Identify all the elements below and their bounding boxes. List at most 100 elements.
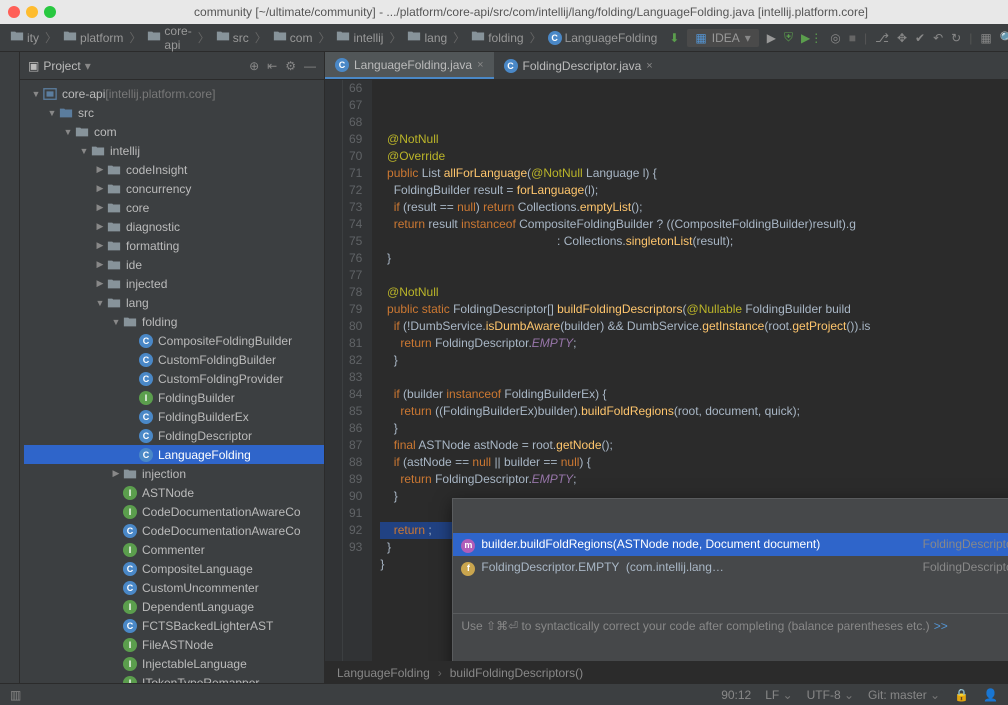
- fold-gutter[interactable]: [325, 80, 343, 661]
- completion-popup[interactable]: mbuilder.buildFoldRegions(ASTNode node, …: [452, 498, 1008, 661]
- expand-arrow[interactable]: ▶: [110, 468, 122, 479]
- tree-item[interactable]: ▼com: [24, 122, 324, 141]
- tree-item[interactable]: ▶formatting: [24, 236, 324, 255]
- line-separator[interactable]: LF: [765, 688, 792, 702]
- expand-arrow[interactable]: ▶: [94, 164, 106, 175]
- expand-arrow[interactable]: ▼: [30, 89, 42, 99]
- run-config-selector[interactable]: ▦ IDEA ▾: [687, 29, 758, 47]
- tree-item[interactable]: ICommenter: [24, 540, 324, 559]
- tree-item[interactable]: ▶concurrency: [24, 179, 324, 198]
- breadcrumb-item[interactable]: folding: [467, 27, 527, 48]
- run-icon[interactable]: ▶: [767, 31, 776, 45]
- debug-icon[interactable]: ⛨: [784, 30, 793, 45]
- tree-item[interactable]: CCompositeLanguage: [24, 559, 324, 578]
- expand-arrow[interactable]: ▶: [94, 259, 106, 270]
- structure-icon[interactable]: ▦: [980, 31, 991, 45]
- tree-item[interactable]: ▼intellij: [24, 141, 324, 160]
- hide-icon[interactable]: —: [304, 59, 316, 73]
- history-icon[interactable]: ↻: [951, 31, 961, 45]
- close-dot[interactable]: [8, 6, 20, 18]
- project-panel-title[interactable]: ▣ Project ▾: [28, 59, 91, 73]
- breadcrumb-item[interactable]: CLanguageFolding: [544, 29, 662, 47]
- target-icon[interactable]: ⊕: [249, 59, 259, 73]
- tree-item[interactable]: CFoldingDescriptor: [24, 426, 324, 445]
- tree-item[interactable]: ▶core: [24, 198, 324, 217]
- expand-arrow[interactable]: ▼: [62, 127, 74, 137]
- expand-arrow[interactable]: ▶: [94, 183, 106, 194]
- branch-icon[interactable]: ⎇: [875, 31, 889, 45]
- tree-item[interactable]: CCompositeFoldingBuilder: [24, 331, 324, 350]
- vcs-update-icon[interactable]: ⬇: [669, 31, 679, 45]
- code-view[interactable]: @NotNull @Override public List allForLan…: [372, 80, 1008, 661]
- tree-item[interactable]: ▶ide: [24, 255, 324, 274]
- tree-item[interactable]: IITokenTypeRemapper: [24, 673, 324, 683]
- breadcrumb-item[interactable]: src: [212, 27, 253, 48]
- close-tab-icon[interactable]: ×: [477, 59, 483, 71]
- inspect-icon[interactable]: 👤: [983, 688, 998, 702]
- editor-tab[interactable]: CLanguageFolding.java×: [325, 52, 494, 79]
- breadcrumb-item[interactable]: ity: [6, 27, 43, 48]
- tree-item[interactable]: IFileASTNode: [24, 635, 324, 654]
- tree-item[interactable]: ▼src: [24, 103, 324, 122]
- tree-item[interactable]: ▶codeInsight: [24, 160, 324, 179]
- caret-position[interactable]: 90:12: [721, 688, 751, 702]
- lock-icon[interactable]: 🔒: [954, 688, 969, 702]
- tree-item[interactable]: CCustomFoldingProvider: [24, 369, 324, 388]
- tree-item[interactable]: IInjectableLanguage: [24, 654, 324, 673]
- tree-item[interactable]: ▶injected: [24, 274, 324, 293]
- tree-item[interactable]: CFCTSBackedLighterAST: [24, 616, 324, 635]
- tree-item[interactable]: CFoldingBuilderEx: [24, 407, 324, 426]
- encoding[interactable]: UTF-8: [807, 688, 854, 702]
- tree-item[interactable]: IFoldingBuilder: [24, 388, 324, 407]
- maximize-dot[interactable]: [44, 6, 56, 18]
- tree-item[interactable]: ▶diagnostic: [24, 217, 324, 236]
- collapse-icon[interactable]: ⇤: [267, 59, 277, 73]
- tree-label: FoldingBuilderEx: [158, 410, 249, 424]
- popup-hint-link[interactable]: >>: [934, 618, 948, 635]
- refresh-icon[interactable]: ✥: [897, 31, 907, 45]
- tree-item[interactable]: ▼lang: [24, 293, 324, 312]
- expand-arrow[interactable]: ▼: [46, 108, 58, 118]
- git-branch[interactable]: Git: master: [868, 688, 940, 702]
- tree-item[interactable]: IASTNode: [24, 483, 324, 502]
- breadcrumb-item[interactable]: com: [269, 27, 317, 48]
- line-gutter[interactable]: 6667686970717273747576777879808182838485…: [343, 80, 372, 661]
- revert-icon[interactable]: ↶: [933, 31, 943, 45]
- folder-icon: [106, 200, 122, 216]
- expand-arrow[interactable]: ▼: [110, 317, 122, 327]
- tree-item[interactable]: ▶injection: [24, 464, 324, 483]
- folder-icon: [106, 295, 122, 311]
- breadcrumb-item[interactable]: core-api: [143, 22, 195, 54]
- tree-item[interactable]: CCodeDocumentationAwareCo: [24, 521, 324, 540]
- profile-icon[interactable]: ◎: [830, 31, 840, 45]
- expand-arrow[interactable]: ▶: [94, 202, 106, 213]
- minimize-dot[interactable]: [26, 6, 38, 18]
- editor-breadcrumb[interactable]: LanguageFolding › buildFoldingDescriptor…: [325, 661, 1008, 683]
- expand-arrow[interactable]: ▼: [94, 298, 106, 308]
- tree-item[interactable]: IDependentLanguage: [24, 597, 324, 616]
- expand-arrow[interactable]: ▶: [94, 240, 106, 251]
- completion-item[interactable]: fFoldingDescriptor.EMPTY (com.intellij.l…: [453, 556, 1008, 579]
- project-tree[interactable]: ▼core-api [intellij.platform.core]▼src▼c…: [20, 80, 324, 683]
- expand-arrow[interactable]: ▶: [94, 278, 106, 289]
- tree-item[interactable]: ICodeDocumentationAwareCo: [24, 502, 324, 521]
- tree-item[interactable]: CLanguageFolding: [24, 445, 324, 464]
- coverage-icon[interactable]: ▶⋮: [801, 31, 822, 45]
- tree-item[interactable]: CCustomFoldingBuilder: [24, 350, 324, 369]
- breadcrumb-item[interactable]: intellij: [332, 27, 387, 48]
- search-icon[interactable]: 🔍: [1000, 31, 1008, 45]
- stop-icon[interactable]: ■: [849, 31, 856, 45]
- tree-item[interactable]: ▼core-api [intellij.platform.core]: [24, 84, 324, 103]
- completion-item[interactable]: mbuilder.buildFoldRegions(ASTNode node, …: [453, 533, 1008, 556]
- status-icon[interactable]: ▥: [10, 688, 21, 702]
- editor-tab[interactable]: CFoldingDescriptor.java×: [494, 52, 663, 79]
- breadcrumb-item[interactable]: lang: [403, 27, 451, 48]
- tree-item[interactable]: CCustomUncommenter: [24, 578, 324, 597]
- expand-arrow[interactable]: ▶: [94, 221, 106, 232]
- expand-arrow[interactable]: ▼: [78, 146, 90, 156]
- gear-icon[interactable]: ⚙: [285, 59, 296, 73]
- tree-item[interactable]: ▼folding: [24, 312, 324, 331]
- commit-icon[interactable]: ✔: [915, 31, 925, 45]
- close-tab-icon[interactable]: ×: [646, 60, 652, 72]
- breadcrumb-item[interactable]: platform: [59, 27, 127, 48]
